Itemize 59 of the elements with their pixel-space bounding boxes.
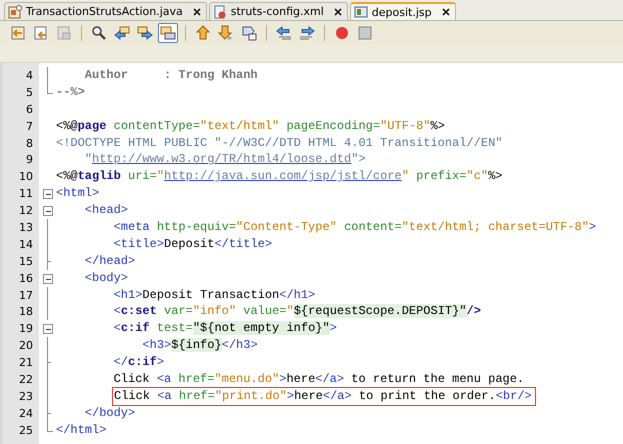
line-number: 18 — [18, 305, 34, 318]
line-number: 14 — [18, 238, 34, 251]
close-icon[interactable] — [334, 8, 342, 16]
code-line: <head> — [84, 203, 128, 218]
code-line: <%@page contentType="text/html" pageEncoding="UTF-8"%> — [56, 118, 445, 134]
code-line: </html> — [56, 422, 106, 438]
editor-tab[interactable]: deposit.jsp — [350, 2, 456, 20]
line-number: 13 — [18, 220, 34, 234]
xml-file-icon — [212, 4, 227, 18]
collapse-icon[interactable] — [43, 206, 53, 216]
line-number: 12 — [18, 204, 34, 218]
toggle-icon[interactable] — [158, 23, 178, 43]
code-line: <!DOCTYPE HTML PUBLIC "-//W3C//DTD HTML 4.01 Transitional//EN" — [56, 136, 502, 150]
collapse-icon[interactable] — [43, 324, 53, 334]
line-number: 11 — [18, 187, 34, 200]
line-number: 22 — [18, 372, 34, 386]
editor-tab[interactable]: struts-config.xml — [208, 2, 348, 20]
collapse-icon[interactable] — [43, 274, 53, 284]
line-number: 4 — [25, 68, 34, 82]
line-number: 5 — [25, 86, 34, 99]
url-link[interactable]: http://www.w3.org/TR/html4/loose.dtd — [92, 152, 352, 166]
code-line: <%@taglib uri="http://java.sun.com/jsp/jstl/core" prefix="c"%> — [56, 169, 503, 184]
code-line: "http://www.w3.org/TR/html4/loose.dtd"> — [84, 152, 366, 168]
java-file-icon — [8, 4, 22, 18]
code-line: </c:if> — [112, 355, 164, 370]
close-icon[interactable] — [192, 8, 201, 16]
code-line: Click <a href="menu.do">here</a> to return the menu page. — [112, 372, 524, 387]
code-line: <body> — [84, 270, 128, 286]
collapse-icon[interactable] — [43, 189, 53, 200]
code-line: <meta http-equiv="Content-Type" content="text/html; charset=UTF-8"> — [112, 220, 596, 235]
highlighted-code-line: Click <a href="print.do">here</a> to print the order.<br/> — [114, 388, 534, 404]
line-number: 21 — [18, 356, 34, 370]
line-number: 15 — [18, 254, 34, 268]
line-number: 24 — [18, 406, 34, 420]
line-number: 7 — [25, 120, 34, 133]
line-number: 25 — [18, 424, 34, 437]
line-number: 8 — [25, 136, 34, 150]
code-line: <html> — [56, 186, 100, 202]
line-number: 16 — [18, 272, 34, 285]
code-line: <h3>${info}</h3> — [141, 338, 258, 354]
code-line: <title>Deposit</title> — [112, 236, 272, 252]
code-line: <c:if test="${not empty info}"> — [112, 321, 337, 336]
line-number: 20 — [18, 339, 34, 352]
line-number: 9 — [25, 153, 34, 166]
line-number: 19 — [18, 322, 34, 336]
code-line: </body> — [84, 406, 136, 421]
line-number: 6 — [25, 102, 34, 116]
url-link[interactable]: http://java.sun.com/jsp/jstl/core — [164, 169, 402, 184]
close-icon[interactable] — [442, 8, 450, 16]
code-line: <h1>Deposit Transaction</h1> — [112, 288, 316, 303]
code-line: --%> — [56, 84, 85, 100]
line-number: 10 — [18, 170, 34, 184]
code-line: <c:set var="info" value="${requestScope.DEPOSIT}"/> — [112, 304, 481, 320]
code-line: </head> — [84, 254, 136, 269]
code-line: Author : Trong Khanh — [84, 68, 258, 83]
jsp-file-icon — [354, 5, 368, 19]
editor-tab[interactable]: TransactionStrutsAction.java — [4, 2, 207, 20]
line-number: 17 — [18, 288, 34, 302]
line-number: 23 — [18, 390, 34, 403]
